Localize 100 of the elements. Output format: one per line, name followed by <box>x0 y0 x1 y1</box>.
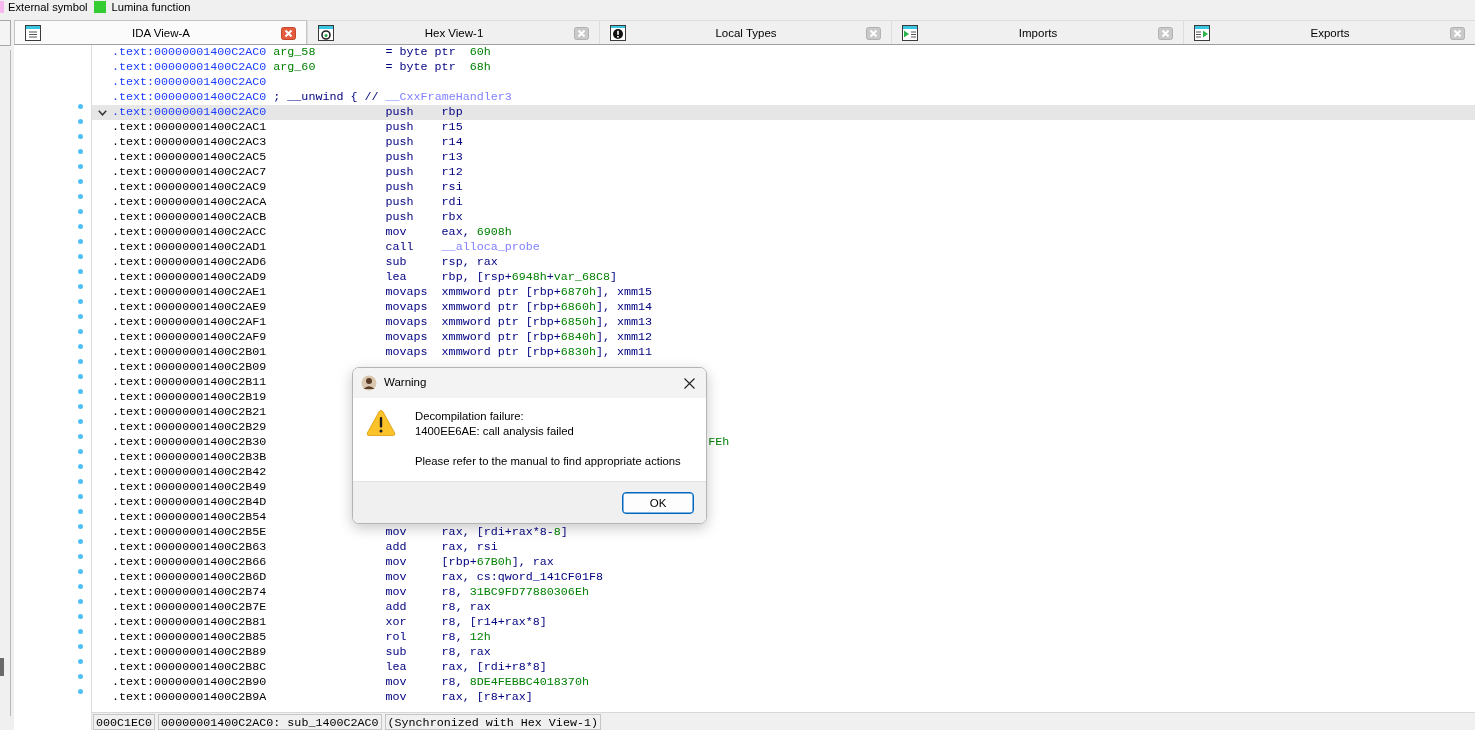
mnemonic-text: push <box>385 150 414 164</box>
mnemonic-text: push <box>385 165 414 179</box>
mnemonic-text: mov <box>385 675 407 689</box>
mnemonic-text: sub <box>385 255 407 269</box>
address-text: .text:00000001400C2B4D <box>112 495 267 509</box>
address-text: .text:00000001400C2B3B <box>112 450 267 464</box>
operand-text: r13 <box>441 150 463 165</box>
operand-text: rax, cs:qword_141CF01F8 <box>441 570 603 585</box>
operand-text: = byte ptr 68h <box>385 60 491 75</box>
address-text: .text:00000001400C2B21 <box>112 405 267 419</box>
address-text: .text:00000001400C2AC0 <box>112 60 267 74</box>
mnemonic-text: mov <box>385 585 407 599</box>
operand-text: = byte ptr 60h <box>385 45 491 60</box>
scrollbar-thumb[interactable] <box>0 658 4 676</box>
address-text: .text:00000001400C2B85 <box>112 630 267 644</box>
mnemonic-text: movaps <box>385 300 428 314</box>
address-text: .text:00000001400C2B7E <box>112 600 267 614</box>
status-field: 000C1EC0 <box>93 713 156 730</box>
operand-text: rax, [r8+rax] <box>441 690 533 705</box>
mnemonic-text: lea <box>385 270 407 284</box>
tab[interactable]: Local Types <box>599 20 891 44</box>
comment-text: ; __unwind { // __CxxFrameHandler3 <box>273 90 512 105</box>
status-field: 00000001400C2AC0: sub_1400C2AC0 <box>158 713 382 730</box>
address-text: .text:00000001400C2AC0 <box>112 105 267 119</box>
tab[interactable]: Hex View-1 <box>307 20 599 44</box>
address-text: .text:00000001400C2B74 <box>112 585 267 599</box>
mnemonic-text: movaps <box>385 285 428 299</box>
address-text: .text:00000001400C2AE9 <box>112 300 267 314</box>
address-text: .text:00000001400C2AC7 <box>112 165 267 179</box>
mnemonic-text: mov <box>385 525 407 539</box>
address-text: .text:00000001400C2AD1 <box>112 240 267 254</box>
mnemonic-text: sub <box>385 645 407 659</box>
operand-text: xmmword ptr [rbp+6850h], xmm13 <box>441 315 653 330</box>
address-text: .text:00000001400C2B09 <box>112 360 267 374</box>
message-text: Decompilation failure: 1400EE6AE: call analysis failed <box>415 409 575 439</box>
address-text: .text:00000001400C2AC0 <box>112 45 267 59</box>
operand-text: xmmword ptr [rbp+6870h], xmm15 <box>441 285 653 300</box>
mnemonic-text: push <box>385 105 414 119</box>
operand-text: eax, 6908h <box>441 225 512 240</box>
operand-text: xmmword ptr [rbp+6830h], xmm11 <box>441 345 653 360</box>
address-text: .text:00000001400C2AF1 <box>112 315 267 329</box>
operand-text: xmmword ptr [rbp+6860h], xmm14 <box>441 300 653 315</box>
document-icon <box>25 24 41 41</box>
dialog-title: Warning <box>384 375 428 391</box>
address-text: .text:00000001400C2B6D <box>112 570 267 584</box>
operand-text: r12 <box>441 165 463 180</box>
address-text: .text:00000001400C2AC0 <box>112 90 267 104</box>
info-icon <box>610 24 626 41</box>
operand-text: rbp <box>441 105 463 120</box>
mnemonic-text: call <box>385 240 414 254</box>
address-text: .text:00000001400C2B81 <box>112 615 267 629</box>
address-text: .text:00000001400C2B63 <box>112 540 267 554</box>
mnemonic-text: push <box>385 195 414 209</box>
address-text: .text:00000001400C2AE1 <box>112 285 267 299</box>
label-text: arg_58 <box>273 45 316 59</box>
legend-label: External symbol <box>8 0 88 14</box>
operand-text: r8, 12h <box>441 630 491 645</box>
operand-text: r8, [r14+rax*8] <box>441 615 547 630</box>
address-text: .text:00000001400C2AC1 <box>112 120 267 134</box>
operand-text: rax, [rdi+r8*8] <box>441 660 547 675</box>
address-text: .text:00000001400C2ACC <box>112 225 267 239</box>
operand-text: rsi <box>441 180 463 195</box>
address-text: .text:00000001400C2B89 <box>112 645 267 659</box>
tab[interactable]: IDA View-A <box>14 20 307 44</box>
operand-text: FEh <box>708 435 730 450</box>
operand-text: r14 <box>441 135 463 150</box>
operand-text: rbx <box>441 210 463 225</box>
person-icon <box>361 375 377 391</box>
ok-button[interactable]: OK <box>622 492 694 514</box>
address-text: .text:00000001400C2B11 <box>112 375 267 389</box>
mnemonic-text: mov <box>385 555 407 569</box>
tab[interactable]: Exports <box>1183 20 1475 44</box>
address-text: .text:00000001400C2ACB <box>112 210 267 224</box>
address-text: .text:00000001400C2B49 <box>112 480 267 494</box>
mnemonic-text: movaps <box>385 330 428 344</box>
mnemonic-text: push <box>385 135 414 149</box>
address-text: .text:00000001400C2B9A <box>112 690 267 704</box>
mnemonic-text: xor <box>385 615 407 629</box>
operand-text: rsp, rax <box>441 255 498 270</box>
tab[interactable]: Imports <box>891 20 1183 44</box>
mnemonic-text: mov <box>385 690 407 704</box>
operand-text: __alloca_probe <box>441 240 540 255</box>
legend-label: Lumina function <box>111 0 191 14</box>
chevron-down-icon[interactable] <box>97 109 107 116</box>
address-text: .text:00000001400C2B29 <box>112 420 267 434</box>
address-text: .text:00000001400C2AC9 <box>112 180 267 194</box>
operand-text: rax, rsi <box>441 540 498 555</box>
operand-text: xmmword ptr [rbp+6840h], xmm12 <box>441 330 653 345</box>
operand-text: r8, rax <box>441 645 491 660</box>
close-icon[interactable] <box>684 377 695 389</box>
side-panel-tab[interactable] <box>0 20 11 46</box>
mnemonic-text: movaps <box>385 345 428 359</box>
operand-text: rdi <box>441 195 463 210</box>
address-text: .text:00000001400C2B54 <box>112 510 267 524</box>
mnemonic-text: lea <box>385 660 407 674</box>
address-text: .text:00000001400C2B66 <box>112 555 267 569</box>
mnemonic-text: push <box>385 180 414 194</box>
address-text: .text:00000001400C2B01 <box>112 345 267 359</box>
mnemonic-text: add <box>385 540 407 554</box>
operand-text: r15 <box>441 120 463 135</box>
